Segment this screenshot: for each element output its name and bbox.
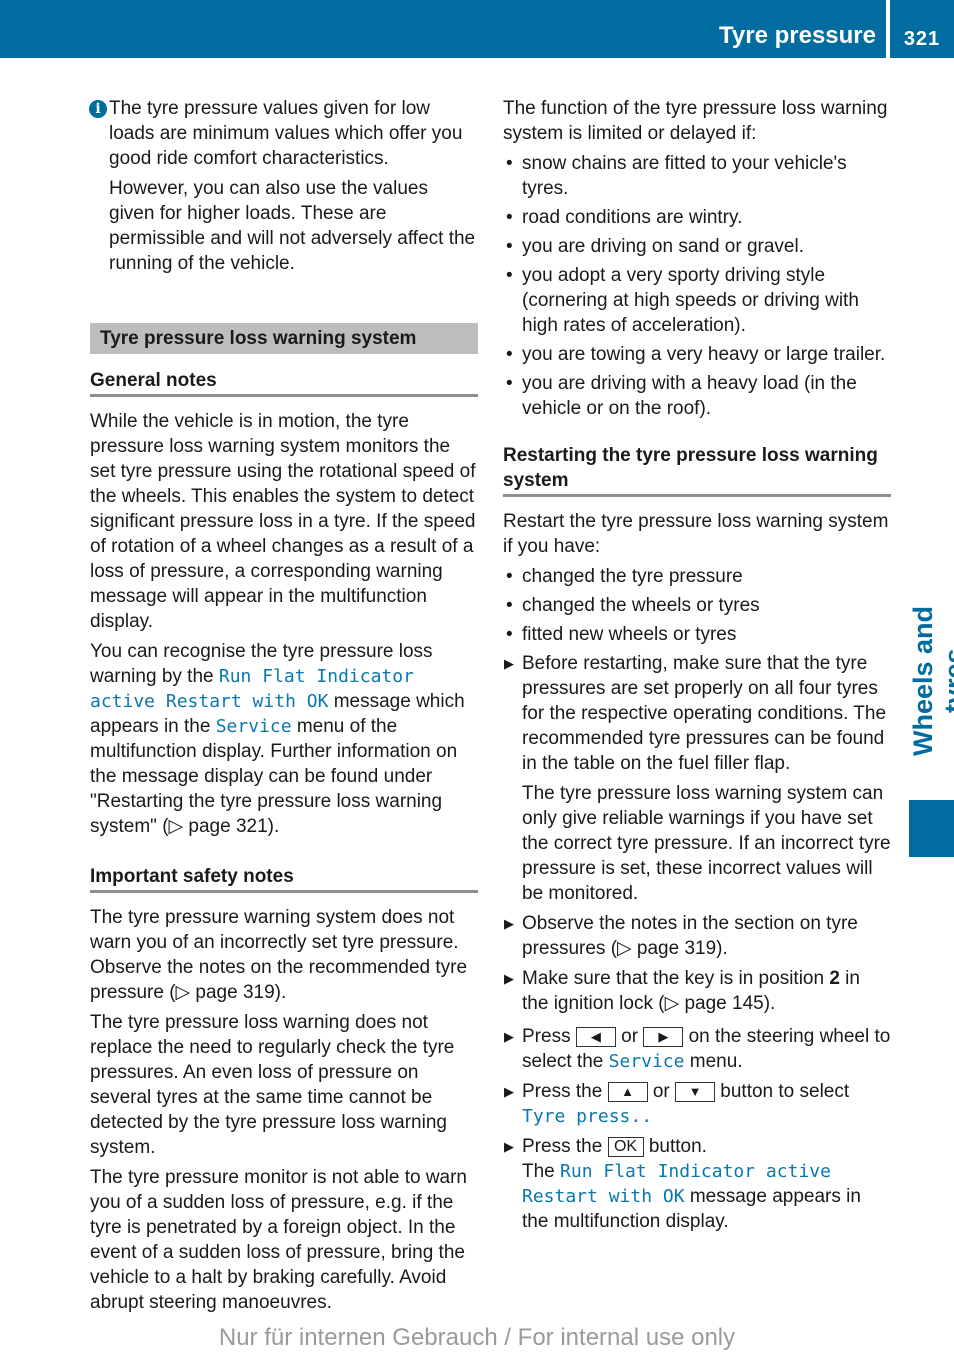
subheading-general-notes: General notes <box>90 368 478 397</box>
instruction-step: ▶ Observe the notes in the section on ty… <box>503 911 891 961</box>
list-item: you are driving with a heavy load (in th… <box>503 371 891 421</box>
list-item: you are towing a very heavy or large tra… <box>503 342 891 367</box>
instruction-step: ▶ Before restarting, make sure that the … <box>503 651 891 906</box>
step-arrow-icon: ▶ <box>504 916 514 931</box>
step-text: or <box>647 1081 675 1102</box>
instruction-step: ▶ Make sure that the key is in position … <box>503 966 891 1016</box>
paragraph: The tyre pressure monitor is not able to… <box>90 1167 468 1313</box>
step-text: button to select <box>715 1081 850 1102</box>
step-arrow-icon: ▶ <box>504 656 514 671</box>
instruction-step: ▶ Press the ▲ or ▼ button to select Tyre… <box>503 1079 891 1129</box>
info-note: i The tyre pressure values given for low… <box>89 96 478 276</box>
step-text: button. <box>643 1136 707 1157</box>
display-menu-item: Tyre press.. <box>522 1106 653 1127</box>
list-item: snow chains are fitted to your vehicle's… <box>503 151 891 201</box>
info-paragraph: However, you can also use the values giv… <box>109 178 476 274</box>
display-menu-name: Service <box>608 1051 685 1072</box>
up-arrow-key-icon: ▲ <box>607 1082 648 1102</box>
step-text: Make sure that the key is in position <box>522 968 830 989</box>
step-arrow-icon: ▶ <box>504 1029 514 1044</box>
step-text: or <box>615 1026 644 1047</box>
watermark: Nur für internen Gebrauch / For internal… <box>218 1324 736 1351</box>
subheading-safety-notes: Important safety notes <box>90 864 478 893</box>
paragraph: The function of the tyre pressure loss w… <box>503 98 888 144</box>
right-column: The function of the tyre pressure loss w… <box>503 96 891 1239</box>
list-item: changed the tyre pressure <box>503 564 891 589</box>
right-arrow-key-icon: ▶ <box>643 1027 684 1047</box>
instruction-step: ▶ Press the OK button. The Run Flat Indi… <box>503 1134 891 1234</box>
paragraph: Restart the tyre pressure loss warning s… <box>503 511 889 557</box>
chapter-tab-marker <box>909 800 954 857</box>
step-text: Press the <box>522 1081 608 1102</box>
step-note: The tyre pressure loss warning system ca… <box>522 783 891 904</box>
list-item: you are driving on sand or gravel. <box>503 234 891 259</box>
key-position: 2 <box>829 968 840 989</box>
ok-key-icon: OK <box>607 1137 644 1157</box>
step-arrow-icon: ▶ <box>504 1084 514 1099</box>
step-text: Observe the notes in the section on tyre… <box>522 913 858 959</box>
left-column: i The tyre pressure values given for low… <box>89 96 478 1320</box>
step-text: Before restarting, make sure that the ty… <box>522 653 887 774</box>
step-arrow-icon: ▶ <box>504 971 514 986</box>
display-menu-name: Service <box>215 716 292 737</box>
list-item: road conditions are wintry. <box>503 205 891 230</box>
step-text: The <box>522 1161 561 1182</box>
step-text: Press <box>522 1026 576 1047</box>
left-arrow-key-icon: ◀ <box>575 1027 616 1047</box>
list-item: you adopt a very sporty driving style (c… <box>503 263 891 338</box>
list-item: fitted new wheels or tyres <box>503 622 891 647</box>
paragraph: The tyre pressure warning system does no… <box>90 907 468 1003</box>
main-heading: Tyre pressure loss warning system <box>90 323 478 354</box>
paragraph: While the vehicle is in motion, the tyre… <box>90 411 476 632</box>
chapter-tab-label: Wheels and tyres <box>908 605 954 757</box>
info-paragraph: The tyre pressure values given for low l… <box>109 98 463 169</box>
list-item: changed the wheels or tyres <box>503 593 891 618</box>
step-text: Press the <box>522 1136 608 1157</box>
paragraph: You can recognise the tyre pressure loss… <box>90 639 478 839</box>
info-icon: i <box>89 100 107 118</box>
subheading-restart: Restarting the tyre pressure loss warnin… <box>503 443 891 497</box>
section-title: Tyre pressure <box>719 22 876 49</box>
step-arrow-icon: ▶ <box>504 1139 514 1154</box>
down-arrow-key-icon: ▼ <box>675 1082 715 1102</box>
instruction-step: ▶ Press ◀ or ▶ on the steering wheel to … <box>503 1024 891 1074</box>
page-number: 321 <box>903 28 941 50</box>
paragraph: The tyre pressure loss warning does not … <box>90 1012 455 1158</box>
step-text: menu. <box>684 1051 743 1072</box>
